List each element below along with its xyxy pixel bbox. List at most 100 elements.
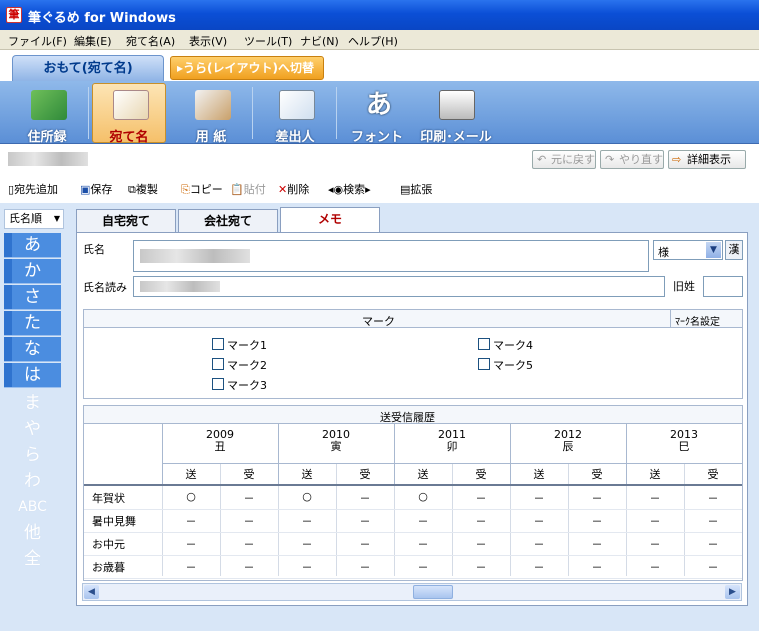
history-cell[interactable]: － xyxy=(452,490,510,506)
sort-order-select[interactable]: 氏名順 ▼ xyxy=(4,209,64,229)
kana-abc[interactable]: ABC xyxy=(4,495,61,520)
menu-file[interactable]: ファイル(F) xyxy=(8,33,67,49)
kana-ya[interactable]: や xyxy=(4,417,61,442)
redo-button[interactable]: ↷ やり直す xyxy=(600,150,664,169)
mark5-checkbox[interactable] xyxy=(478,358,490,370)
kana-ka[interactable]: か xyxy=(4,259,61,284)
kana-ma[interactable]: ま xyxy=(4,391,61,416)
history-cell[interactable]: － xyxy=(510,536,568,552)
add-address-button[interactable]: ▯宛先追加 xyxy=(8,181,58,197)
history-cell[interactable]: － xyxy=(510,559,568,575)
history-cell[interactable]: － xyxy=(394,559,452,575)
history-cell[interactable]: － xyxy=(684,559,742,575)
kana-ha[interactable]: は xyxy=(4,363,61,388)
save-button[interactable]: ▣保存 xyxy=(80,181,112,197)
duplicate-button[interactable]: ⧉複製 xyxy=(128,181,158,197)
ribbon-address[interactable]: 宛て名 xyxy=(92,83,166,145)
ribbon-paper[interactable]: 用 紙 xyxy=(174,83,248,145)
detail-view-button[interactable]: ⇨ 詳細表示 xyxy=(668,150,746,169)
history-cell[interactable]: － xyxy=(162,513,220,529)
expand-button[interactable]: ▤拡張 xyxy=(400,181,432,197)
history-cell[interactable]: － xyxy=(568,536,626,552)
kana-wa[interactable]: わ xyxy=(4,469,61,494)
scroll-right-arrow-icon[interactable]: ▶ xyxy=(725,585,740,599)
kana-ra[interactable]: ら xyxy=(4,443,61,468)
kana-na[interactable]: な xyxy=(4,337,61,362)
history-cell[interactable]: － xyxy=(336,559,394,575)
menu-address[interactable]: 宛て名(A) xyxy=(126,33,175,49)
scroll-left-arrow-icon[interactable]: ◀ xyxy=(84,585,99,599)
horizontal-scrollbar[interactable]: ◀ ▶ xyxy=(82,583,742,601)
history-cell[interactable]: － xyxy=(684,490,742,506)
mark1-checkbox[interactable] xyxy=(212,338,224,350)
history-cell[interactable]: － xyxy=(684,513,742,529)
history-cell[interactable]: － xyxy=(162,536,220,552)
history-cell[interactable]: ○ xyxy=(394,490,452,503)
history-cell[interactable]: － xyxy=(626,490,684,506)
history-cell[interactable]: － xyxy=(568,559,626,575)
history-cell[interactable]: － xyxy=(626,513,684,529)
menu-help[interactable]: ヘルプ(H) xyxy=(348,33,398,49)
tab-memo[interactable]: メモ xyxy=(280,207,380,232)
history-cell[interactable]: － xyxy=(626,536,684,552)
kana-sa[interactable]: さ xyxy=(4,285,61,310)
ribbon-print-mail[interactable]: 印刷･メール xyxy=(414,83,498,145)
history-cell[interactable]: － xyxy=(220,559,278,575)
menu-tools[interactable]: ツール(T) xyxy=(244,33,292,49)
history-cell[interactable]: ○ xyxy=(278,490,336,503)
name-input[interactable] xyxy=(133,240,649,272)
font-a-icon: あ xyxy=(365,90,392,120)
history-cell[interactable]: － xyxy=(220,490,278,506)
kana-ta[interactable]: た xyxy=(4,311,61,336)
history-cell[interactable]: － xyxy=(568,490,626,506)
tab-company[interactable]: 会社宛て xyxy=(178,209,278,232)
scroll-thumb[interactable] xyxy=(413,585,453,599)
history-cell[interactable]: － xyxy=(220,536,278,552)
menu-view[interactable]: 表示(V) xyxy=(189,33,227,49)
history-cell[interactable]: － xyxy=(278,536,336,552)
history-cell[interactable]: － xyxy=(452,536,510,552)
history-cell[interactable]: － xyxy=(336,490,394,506)
history-cell[interactable]: － xyxy=(510,490,568,506)
kanji-button[interactable]: 漢 xyxy=(725,240,743,260)
kana-other[interactable]: 他 xyxy=(4,521,61,546)
history-cell[interactable]: － xyxy=(394,536,452,552)
history-cell[interactable]: ○ xyxy=(162,490,220,503)
history-cell[interactable]: － xyxy=(336,513,394,529)
mark3-checkbox[interactable] xyxy=(212,378,224,390)
history-cell[interactable]: － xyxy=(452,513,510,529)
ribbon-sender[interactable]: 差出人 xyxy=(258,83,332,145)
menu-navi[interactable]: ナビ(N) xyxy=(300,33,339,49)
tab-front[interactable]: おもて(宛て名) xyxy=(12,55,164,81)
menu-edit[interactable]: 編集(E) xyxy=(74,33,112,49)
paste-button[interactable]: 📋貼付 xyxy=(230,181,266,197)
mark4-checkbox[interactable] xyxy=(478,338,490,350)
history-cell[interactable]: － xyxy=(452,559,510,575)
undo-button[interactable]: ↶ 元に戻す xyxy=(532,150,596,169)
kana-a[interactable]: あ xyxy=(4,233,61,258)
history-cell[interactable]: － xyxy=(278,513,336,529)
switch-back-button[interactable]: ▸うら(レイアウト)へ切替 xyxy=(170,56,324,80)
sent-header: 送 xyxy=(301,468,313,481)
mark-name-setting[interactable]: ﾏｰｸ名設定 xyxy=(675,313,720,328)
tab-home[interactable]: 自宅宛て xyxy=(76,209,176,232)
history-cell[interactable]: － xyxy=(220,513,278,529)
history-cell[interactable]: － xyxy=(278,559,336,575)
history-cell[interactable]: － xyxy=(684,536,742,552)
copy-button[interactable]: ⎘コピー xyxy=(181,181,223,197)
history-cell[interactable]: － xyxy=(568,513,626,529)
honorific-select[interactable]: 様 ▼ xyxy=(653,240,723,260)
history-cell[interactable]: － xyxy=(336,536,394,552)
delete-button[interactable]: ✕削除 xyxy=(278,181,309,197)
history-cell[interactable]: － xyxy=(162,559,220,575)
kana-all[interactable]: 全 xyxy=(4,547,61,572)
search-button[interactable]: ◂◉検索▸ xyxy=(328,181,371,197)
ribbon-font[interactable]: あ フォント xyxy=(340,83,414,145)
ribbon-address-book[interactable]: 住所録 xyxy=(10,83,84,145)
old-surname-input[interactable] xyxy=(703,276,743,297)
history-cell[interactable]: － xyxy=(510,513,568,529)
reading-input[interactable] xyxy=(133,276,665,297)
history-cell[interactable]: － xyxy=(626,559,684,575)
mark2-checkbox[interactable] xyxy=(212,358,224,370)
history-cell[interactable]: － xyxy=(394,513,452,529)
